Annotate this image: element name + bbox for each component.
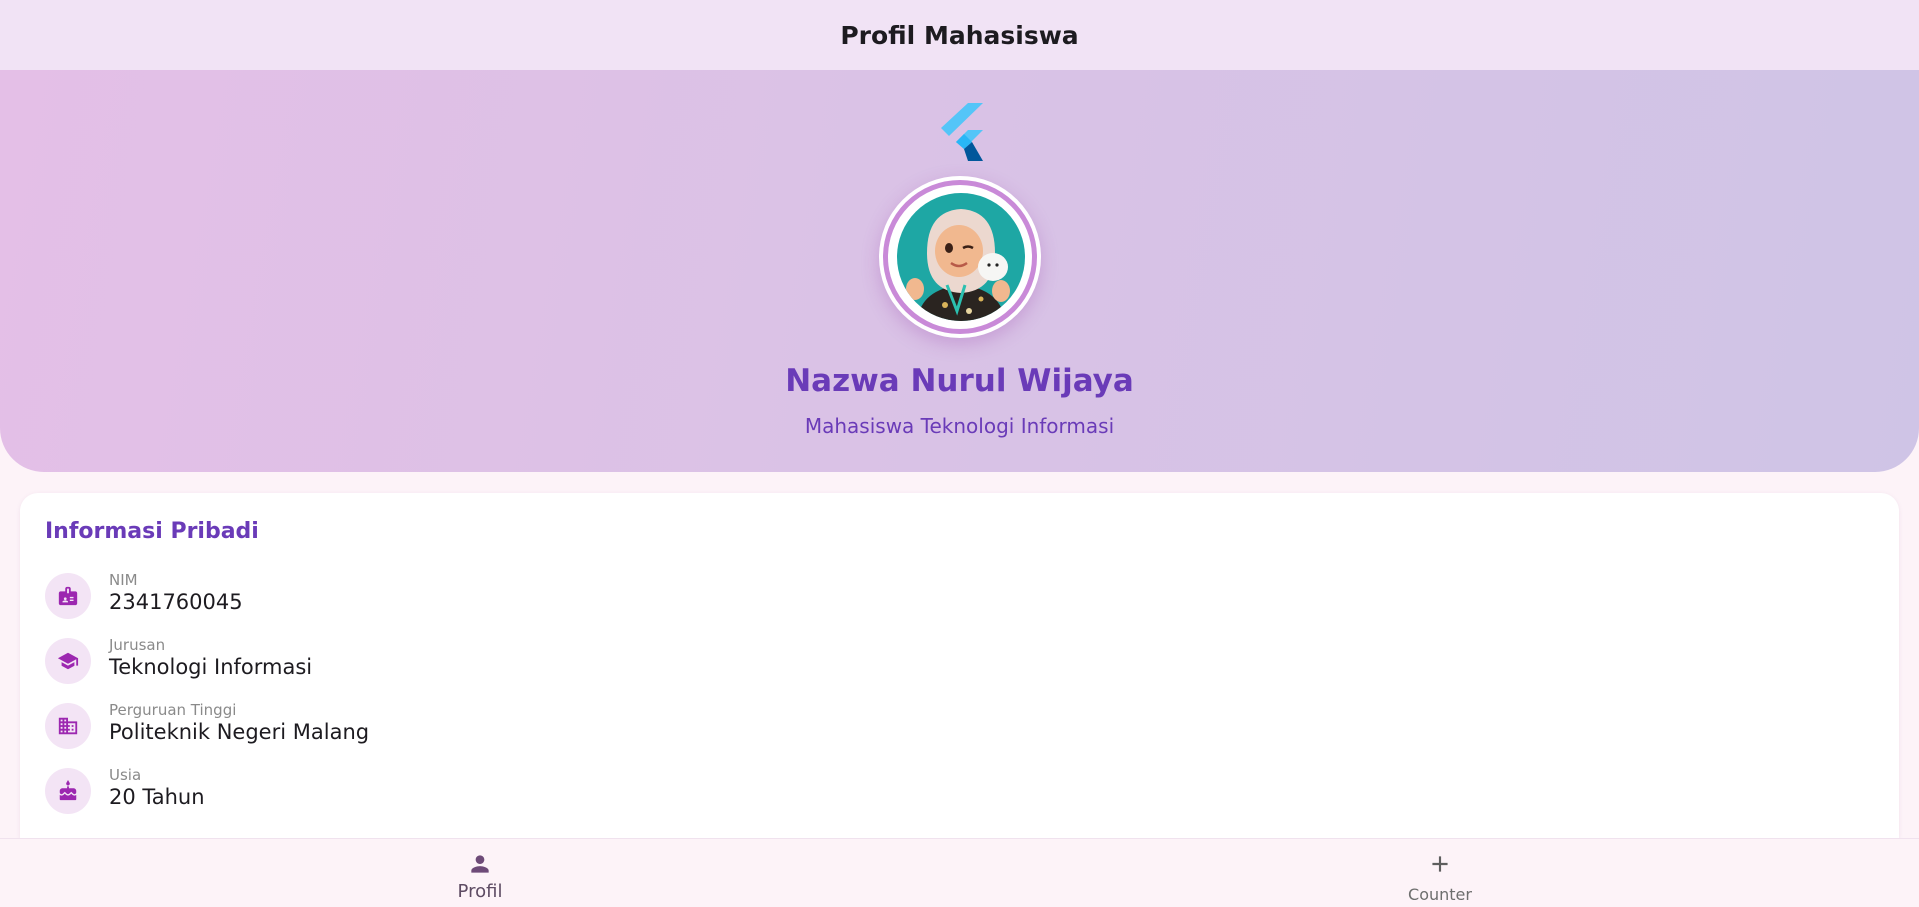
app-bar: Profil Mahasiswa [0, 0, 1919, 70]
info-row-nim: NIM 2341760045 [45, 571, 645, 621]
info-value: 20 Tahun [109, 785, 205, 809]
card-title: Informasi Pribadi [45, 519, 259, 544]
info-value: 2341760045 [109, 590, 243, 614]
nav-label-profil: Profil [457, 881, 503, 902]
info-label: NIM [109, 571, 138, 589]
cake-icon [45, 768, 91, 814]
bottom-navigation-bar: Profil Counter [0, 838, 1919, 907]
personal-info-card: Informasi Pribadi NIM 2341760045 Jurusan… [20, 493, 1899, 838]
nav-item-counter[interactable]: Counter [1340, 839, 1540, 907]
avatar [897, 193, 1025, 321]
add-icon [1432, 856, 1448, 872]
business-icon [45, 703, 91, 749]
profile-subtitle: Mahasiswa Teknologi Informasi [804, 414, 1115, 438]
info-value: Politeknik Negeri Malang [109, 720, 370, 744]
page-title: Profil Mahasiswa [840, 20, 1079, 50]
flutter-logo-icon [941, 103, 983, 161]
profile-name: Nazwa Nurul Wijaya [785, 363, 1134, 399]
info-row-jurusan: Jurusan Teknologi Informasi [45, 636, 645, 686]
info-label: Jurusan [109, 636, 166, 654]
school-icon [45, 638, 91, 684]
info-row-perguruan-tinggi: Perguruan Tinggi Politeknik Negeri Malan… [45, 701, 645, 751]
nav-item-profil[interactable]: Profil [380, 839, 580, 907]
info-row-usia: Usia 20 Tahun [45, 766, 645, 816]
badge-icon [45, 573, 91, 619]
info-label: Usia [109, 766, 142, 784]
info-label: Perguruan Tinggi [109, 701, 237, 719]
nav-label-counter: Counter [1408, 885, 1472, 904]
info-value: Teknologi Informasi [109, 655, 313, 679]
person-icon [471, 855, 489, 873]
